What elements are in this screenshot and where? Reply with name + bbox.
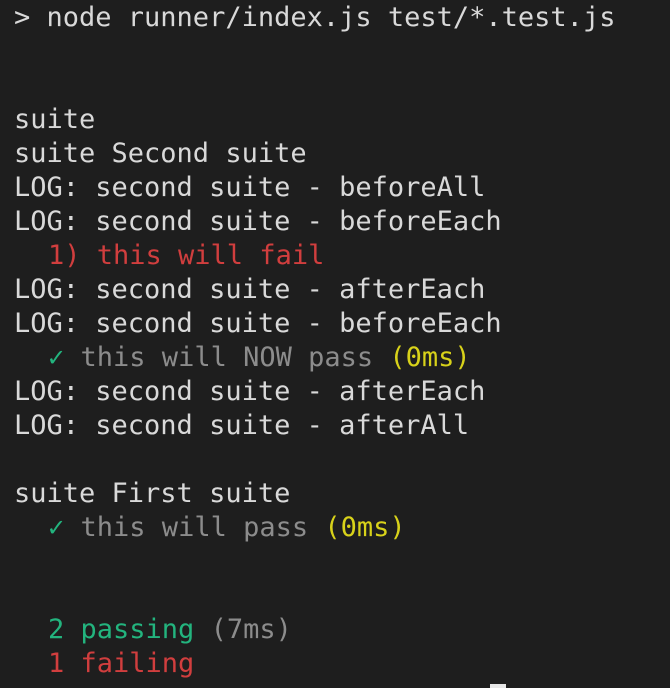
summary-failing: 1 failing: [14, 647, 670, 681]
passing-duration: (7ms): [210, 614, 292, 645]
passing-count: 2 passing: [48, 614, 195, 645]
checkmark-icon: ✓: [48, 512, 65, 543]
log-before-each: LOG: second suite - beforeEach: [14, 308, 502, 339]
log-after-each: LOG: second suite - afterEach: [14, 274, 486, 305]
failed-test: 1) this will fail: [48, 240, 325, 271]
test-duration: (0ms): [324, 512, 406, 543]
log-after-all: LOG: second suite - afterAll: [14, 410, 470, 441]
log-before-all: LOG: second suite - beforeAll: [14, 172, 486, 203]
cursor-block[interactable]: [490, 684, 506, 688]
next-prompt: [14, 677, 506, 688]
passed-test-row: ✓ this will pass (0ms): [14, 511, 670, 545]
suite-second-label: suite Second suite: [14, 138, 307, 169]
summary-passing: 2 passing (7ms): [14, 613, 670, 647]
command-line: > node runner/index.js test/*.test.js: [14, 2, 616, 33]
passed-test-title: this will NOW pass: [80, 342, 374, 373]
failing-count: 1 failing: [48, 648, 195, 679]
test-duration: (0ms): [389, 342, 471, 373]
checkmark-icon: ✓: [48, 342, 65, 373]
passed-test-row: ✓ this will NOW pass (0ms): [14, 341, 670, 375]
suite-root-label: suite: [14, 104, 96, 135]
terminal-window[interactable]: > node runner/index.js test/*.test.js su…: [0, 0, 670, 688]
log-after-each: LOG: second suite - afterEach: [14, 376, 486, 407]
suite-first-label: suite First suite: [14, 478, 291, 509]
log-before-each: LOG: second suite - beforeEach: [14, 206, 502, 237]
passed-test-title: this will pass: [80, 512, 309, 543]
